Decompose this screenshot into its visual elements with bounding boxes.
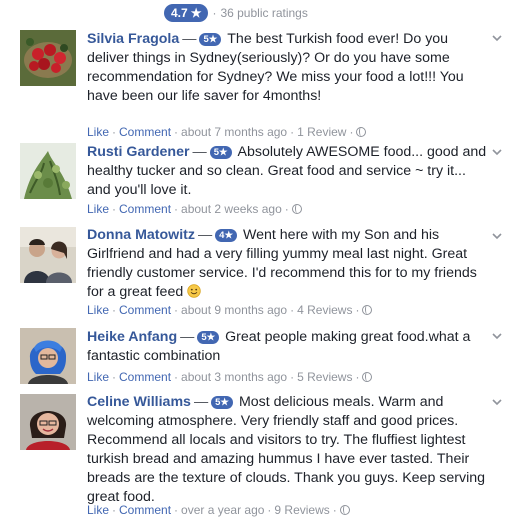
avatar[interactable] bbox=[20, 143, 76, 199]
ratings-summary: 4.7 ★ · 36 public ratings bbox=[164, 2, 308, 24]
name-dash: — bbox=[182, 31, 197, 47]
globe-icon bbox=[291, 204, 302, 214]
review-timestamp[interactable]: about 3 months ago bbox=[181, 370, 287, 384]
reviewer-name[interactable]: Donna Matowitz bbox=[87, 227, 195, 243]
review-actions: Like · Comment · about 3 months ago · 5 Review… bbox=[87, 370, 373, 384]
like-link[interactable]: Like bbox=[87, 125, 109, 139]
name-dash: — bbox=[197, 227, 213, 243]
reviewer-review-count[interactable]: 4 Reviews bbox=[297, 303, 352, 317]
reviewer-name[interactable]: Rusti Gardener bbox=[87, 144, 190, 160]
like-link[interactable]: Like bbox=[87, 303, 109, 317]
name-dash: — bbox=[180, 329, 195, 345]
review-options-chevron[interactable] bbox=[491, 230, 503, 242]
review-timestamp[interactable]: about 2 weeks ago bbox=[181, 202, 282, 216]
star-icon: ★ bbox=[190, 6, 202, 20]
reviewer-name[interactable]: Silvia Fragola bbox=[87, 31, 179, 47]
review-options-chevron[interactable] bbox=[491, 396, 503, 408]
review-options-chevron[interactable] bbox=[491, 32, 503, 44]
comment-link[interactable]: Comment bbox=[119, 503, 171, 517]
blue-hair-woman-photo-icon bbox=[20, 328, 76, 384]
review-content: Donna Matowitz —4★ Went here with my Son a… bbox=[87, 226, 491, 302]
review-rating-badge: 5★ bbox=[209, 146, 232, 159]
globe-icon bbox=[356, 127, 367, 137]
avatar[interactable] bbox=[20, 30, 76, 86]
comment-link[interactable]: Comment bbox=[119, 202, 171, 216]
like-link[interactable]: Like bbox=[87, 503, 109, 517]
smiley-icon bbox=[187, 284, 201, 298]
reviewer-review-count[interactable]: 5 Reviews bbox=[297, 370, 352, 384]
avatar[interactable] bbox=[20, 227, 76, 283]
review-content: Silvia Fragola —5★ The best Turkish food e… bbox=[87, 30, 491, 106]
review-content: Rusti Gardener —5★ Absolutely AWESOME food… bbox=[87, 143, 491, 200]
like-link[interactable]: Like bbox=[87, 202, 109, 216]
reviewer-review-count[interactable]: 9 Reviews bbox=[274, 503, 329, 517]
name-dash: — bbox=[193, 394, 209, 410]
review-actions: Like · Comment · over a year ago · 9 Reviews · bbox=[87, 503, 350, 517]
red-berries-photo-icon bbox=[20, 30, 76, 86]
review-rating-badge: 5★ bbox=[211, 396, 233, 409]
review-options-chevron[interactable] bbox=[491, 146, 503, 158]
chevron-down-icon bbox=[492, 233, 502, 240]
review-timestamp[interactable]: about 9 months ago bbox=[181, 303, 287, 317]
comment-link[interactable]: Comment bbox=[119, 370, 171, 384]
summary-separator: · bbox=[212, 6, 217, 20]
review-options-chevron[interactable] bbox=[491, 330, 503, 342]
chevron-down-icon bbox=[492, 35, 502, 42]
avatar[interactable] bbox=[20, 328, 76, 384]
avatar[interactable] bbox=[20, 394, 76, 450]
review-timestamp[interactable]: over a year ago bbox=[181, 503, 264, 517]
review-text: Most delicious meals. Warm and welcoming… bbox=[87, 394, 486, 505]
chevron-down-icon bbox=[492, 149, 502, 156]
review-rating-badge: 4★ bbox=[215, 229, 237, 242]
smiling-woman-photo-icon bbox=[20, 394, 76, 450]
public-ratings-count[interactable]: 36 public ratings bbox=[220, 6, 307, 20]
review-actions: Like · Comment · about 7 months ago · 1 Review… bbox=[87, 125, 367, 139]
globe-icon bbox=[339, 505, 350, 515]
globe-icon bbox=[362, 372, 373, 382]
chevron-down-icon bbox=[492, 399, 502, 406]
name-dash: — bbox=[192, 144, 207, 160]
reviewer-review-count[interactable]: 1 Review bbox=[297, 125, 346, 139]
globe-icon bbox=[362, 305, 373, 315]
review-actions: Like · Comment · about 9 months ago · 4 Review… bbox=[87, 303, 373, 317]
comment-link[interactable]: Comment bbox=[119, 303, 171, 317]
review-rating-badge: 5★ bbox=[197, 331, 220, 344]
review-content: Heike Anfang —5★ Great people making great… bbox=[87, 328, 491, 366]
review-rating-badge: 5★ bbox=[199, 33, 222, 46]
average-rating-badge[interactable]: 4.7 ★ bbox=[164, 4, 209, 22]
like-link[interactable]: Like bbox=[87, 370, 109, 384]
chevron-down-icon bbox=[492, 333, 502, 340]
comment-link[interactable]: Comment bbox=[119, 125, 171, 139]
review-content: Celine Williams —5★ Most delicious meals. … bbox=[87, 393, 491, 507]
review-timestamp[interactable]: about 7 months ago bbox=[181, 125, 287, 139]
average-rating-value: 4.7 bbox=[171, 6, 188, 20]
review-actions: Like · Comment · about 2 weeks ago · bbox=[87, 202, 302, 216]
reviewer-name[interactable]: Heike Anfang bbox=[87, 329, 177, 345]
two-people-photo-icon bbox=[20, 227, 76, 283]
green-plant-photo-icon bbox=[20, 143, 76, 199]
reviewer-name[interactable]: Celine Williams bbox=[87, 394, 191, 410]
